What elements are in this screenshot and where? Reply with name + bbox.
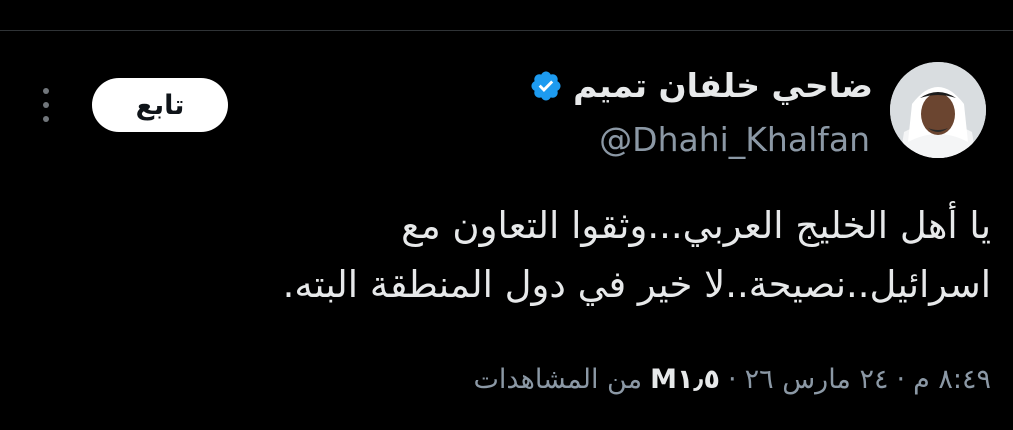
more-dot bbox=[43, 116, 49, 122]
avatar-image bbox=[890, 62, 986, 158]
more-vertical-icon[interactable] bbox=[34, 82, 58, 128]
avatar[interactable] bbox=[890, 62, 986, 158]
author-handle[interactable]: @Dhahi_Khalfan bbox=[599, 120, 870, 160]
tweet-meta: ٨:٤٩ م · ٢٤ مارس ٢٦ · M١٫٥ من المشاهدات bbox=[473, 364, 991, 395]
more-dot bbox=[43, 88, 49, 94]
verified-badge-icon bbox=[529, 69, 563, 103]
tweet-text-line: يا أهل الخليج العربي...وثقوا التعاون مع bbox=[401, 204, 991, 247]
tweet: ضاحي خلفان تميم @Dhahi_Khalfan تابع يا أ… bbox=[0, 0, 1013, 430]
follow-button[interactable]: تابع bbox=[92, 78, 228, 132]
views-label: من المشاهدات bbox=[473, 364, 643, 395]
tweet-text-line: اسرائيل..نصيحة..لا خير في دول المنطقة ال… bbox=[282, 263, 991, 306]
tweet-time[interactable]: ٨:٤٩ م bbox=[913, 364, 991, 395]
meta-separator: · bbox=[896, 364, 906, 395]
meta-separator: · bbox=[728, 364, 737, 395]
tweet-date[interactable]: ٢٤ مارس ٢٦ bbox=[745, 364, 889, 395]
tweet-text: يا أهل الخليج العربي...وثقوا التعاون مع … bbox=[121, 196, 991, 314]
display-name[interactable]: ضاحي خلفان تميم bbox=[573, 66, 873, 106]
more-dot bbox=[43, 102, 49, 108]
author-name-row: ضاحي خلفان تميم bbox=[529, 66, 873, 106]
views-count[interactable]: M١٫٥ bbox=[650, 364, 720, 395]
